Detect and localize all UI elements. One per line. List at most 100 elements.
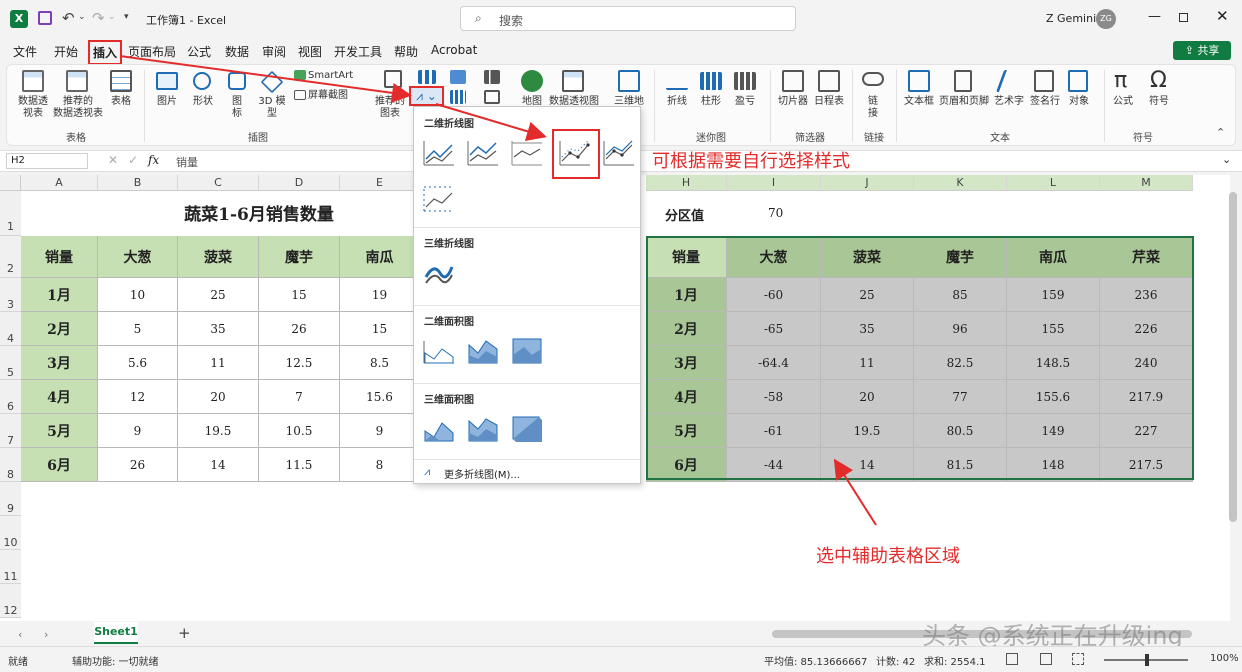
left-data-cell[interactable]: 12 (98, 380, 178, 414)
name-box[interactable]: H2 (6, 153, 88, 169)
normal-view-icon[interactable] (1006, 653, 1018, 665)
left-data-cell[interactable]: 15.6 (340, 380, 420, 414)
header-footer-button[interactable]: 页眉和页脚 (938, 96, 990, 108)
cancel-icon[interactable]: ✕ (108, 153, 118, 167)
chart-3d-area-icon[interactable] (422, 413, 456, 445)
prev-sheet-icon[interactable]: ‹ (18, 628, 22, 641)
tab-file[interactable]: 文件 (13, 43, 37, 60)
row-header-2[interactable]: 2 (0, 236, 21, 278)
chart-line-markers-icon[interactable] (558, 137, 592, 169)
accessibility-status[interactable]: 辅助功能: 一切就绪 (72, 653, 159, 668)
redo-dropdown-icon[interactable]: ⌄ (108, 12, 116, 22)
redo-icon[interactable]: ↷ (92, 9, 105, 27)
more-line-charts-link[interactable]: 更多折线图(M)... (444, 466, 520, 481)
left-data-cell[interactable]: 10 (98, 278, 178, 312)
row-header-1[interactable]: 1 (0, 191, 21, 236)
column-header-b[interactable]: B (98, 175, 178, 191)
table-button[interactable]: 表格 (106, 96, 136, 108)
chart-area-icon[interactable] (422, 335, 456, 367)
column-header-a[interactable]: A (21, 175, 98, 191)
left-data-cell[interactable]: 8 (340, 448, 420, 482)
column-header-e[interactable]: E (340, 175, 420, 191)
column-header-c[interactable]: C (178, 175, 259, 191)
icons-button[interactable]: 图 标 (226, 96, 248, 120)
tab-insert[interactable]: 插入 (88, 40, 123, 65)
recommended-charts-button[interactable]: 推荐的 图表 (372, 96, 408, 120)
left-row-label[interactable]: 1月 (21, 278, 98, 312)
row-header-3[interactable]: 3 (0, 278, 21, 312)
enter-icon[interactable]: ✓ (128, 153, 138, 167)
search-box[interactable]: ⌕ 搜索 (460, 6, 796, 31)
picture-button[interactable]: 图片 (152, 96, 182, 108)
tab-formulas[interactable]: 公式 (187, 43, 211, 60)
left-data-cell[interactable]: 19 (340, 278, 420, 312)
avatar[interactable]: ZG (1096, 9, 1116, 29)
tab-help[interactable]: 帮助 (394, 43, 418, 60)
signature-line-button[interactable]: 签名行 (1028, 96, 1062, 108)
row-header-9[interactable]: 9 (0, 482, 21, 516)
partition-label[interactable]: 分区值 (665, 205, 704, 224)
tab-acrobat[interactable]: Acrobat (431, 43, 477, 57)
sheet-tab-sheet1[interactable]: Sheet1 (94, 622, 138, 644)
formula-input[interactable]: 销量 (176, 154, 198, 170)
column-header-h[interactable]: H (646, 175, 727, 191)
left-data-cell[interactable]: 9 (340, 414, 420, 448)
left-data-cell[interactable]: 19.5 (178, 414, 259, 448)
restore-icon[interactable] (1179, 13, 1188, 22)
left-data-cell[interactable]: 26 (259, 312, 340, 346)
pivot-table-button[interactable]: 数据透 视表 (15, 96, 51, 120)
column-header-j[interactable]: J (821, 175, 914, 191)
collapse-ribbon-icon[interactable]: ⌃ (1216, 126, 1225, 139)
select-all-corner[interactable] (0, 175, 21, 191)
left-data-cell[interactable]: 35 (178, 312, 259, 346)
sparkline-winloss-button[interactable]: 盈亏 (732, 96, 758, 108)
row-header-10[interactable]: 10 (0, 516, 21, 550)
left-data-cell[interactable]: 14 (178, 448, 259, 482)
object-button[interactable]: 对象 (1066, 96, 1092, 108)
chart-stacked-markers-icon[interactable] (602, 137, 636, 169)
smartart-button[interactable]: SmartArt (308, 70, 353, 82)
left-row-label[interactable]: 6月 (21, 448, 98, 482)
chart-100-markers-icon[interactable] (422, 183, 456, 215)
row-header-7[interactable]: 7 (0, 414, 21, 448)
row-header-5[interactable]: 5 (0, 346, 21, 380)
expand-formula-icon[interactable]: ⌄ (1222, 153, 1231, 166)
models3d-button[interactable]: 3D 模 型 (254, 96, 290, 120)
chart-line-icon[interactable] (422, 137, 456, 169)
undo-dropdown-icon[interactable]: ⌄ (78, 12, 86, 22)
next-sheet-icon[interactable]: › (44, 628, 48, 641)
left-data-cell[interactable]: 11.5 (259, 448, 340, 482)
screenshot-button[interactable]: 屏幕截图 (308, 90, 348, 102)
close-icon[interactable]: ✕ (1216, 7, 1229, 25)
row-header-8[interactable]: 8 (0, 448, 21, 482)
customize-qat-icon[interactable]: ▾ (124, 12, 129, 22)
left-data-cell[interactable]: 15 (340, 312, 420, 346)
row-header-11[interactable]: 11 (0, 550, 21, 584)
left-header-cell[interactable]: 魔芋 (259, 236, 340, 278)
page-layout-icon[interactable] (1040, 653, 1052, 665)
left-data-cell[interactable]: 7 (259, 380, 340, 414)
line-chart-button[interactable]: ⩘ ⌄ (409, 86, 444, 106)
left-data-cell[interactable]: 15 (259, 278, 340, 312)
tab-review[interactable]: 审阅 (262, 43, 286, 60)
tab-view[interactable]: 视图 (298, 43, 322, 60)
slicer-button[interactable]: 切片器 (776, 96, 810, 108)
column-header-i[interactable]: I (727, 175, 821, 191)
left-data-cell[interactable]: 5 (98, 312, 178, 346)
minimize-icon[interactable]: — (1148, 9, 1161, 24)
zoom-level[interactable]: 100% (1210, 653, 1239, 664)
left-row-label[interactable]: 2月 (21, 312, 98, 346)
sparkline-line-button[interactable]: 折线 (664, 96, 690, 108)
user-name[interactable]: Z Gemini (1046, 12, 1096, 25)
left-data-cell[interactable]: 12.5 (259, 346, 340, 380)
chart-stacked-area-icon[interactable] (466, 335, 500, 367)
timeline-button[interactable]: 日程表 (812, 96, 846, 108)
tab-home[interactable]: 开始 (54, 43, 78, 60)
tab-data[interactable]: 数据 (225, 43, 249, 60)
left-row-label[interactable]: 4月 (21, 380, 98, 414)
symbol-button[interactable]: 符号 (1146, 96, 1172, 108)
left-table-title[interactable]: 蔬菜1-6月销售数量 (98, 200, 420, 225)
left-data-cell[interactable]: 10.5 (259, 414, 340, 448)
share-button[interactable]: ⇪ 共享 (1173, 41, 1231, 60)
shapes-button[interactable]: 形状 (188, 96, 218, 108)
